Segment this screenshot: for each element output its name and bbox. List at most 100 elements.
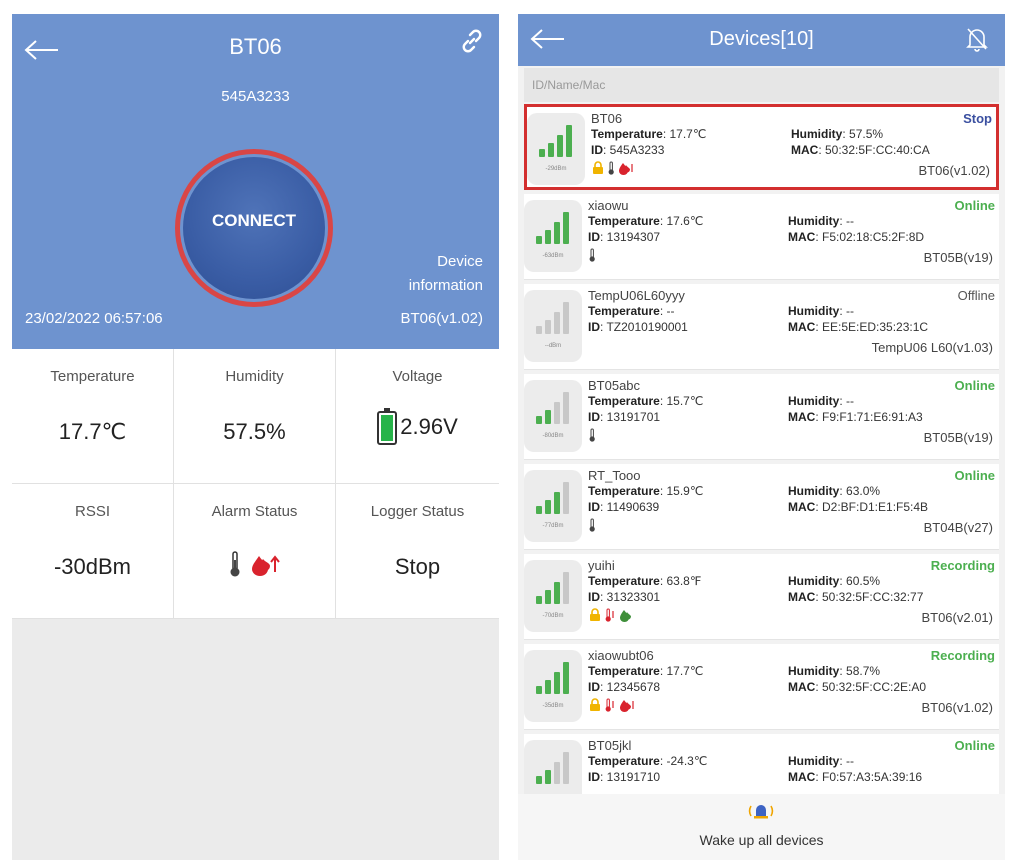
device-model: BT04B(v27) <box>923 520 993 535</box>
signal-icon <box>536 572 570 604</box>
device-id: ID: TZ2010190001 <box>588 320 688 334</box>
device-mac: MAC: F0:57:A3:5A:39:16 <box>788 770 923 784</box>
thermometer-icon <box>588 246 598 263</box>
cell-value: -30dBm <box>53 554 132 579</box>
signal-bar <box>566 125 572 157</box>
device-information-link[interactable]: Device information <box>363 250 483 298</box>
battery-icon <box>377 408 398 445</box>
humidity-label: Humidity <box>788 754 840 768</box>
cell-label: Temperature <box>50 368 135 385</box>
id-label: ID <box>588 590 600 604</box>
device-detail-screen: BT06 545A3233 CONNECT Device information… <box>12 14 499 860</box>
humidity-alarm-icon <box>617 159 637 176</box>
humidity-value: -- <box>846 754 855 768</box>
mac-value: F5:02:18:C5:2F:8D <box>822 230 925 244</box>
device-alarm-icons <box>588 516 598 532</box>
thermometer-alarm-icon <box>604 696 618 713</box>
signal-icon <box>536 392 570 424</box>
thermometer-icon <box>607 159 617 176</box>
device-status: Stop <box>963 111 992 126</box>
cell-label: Alarm Status <box>211 503 298 520</box>
humidity-label: Humidity <box>788 484 840 498</box>
wake-up-all-button[interactable]: Wake up all devices <box>518 794 1005 860</box>
device-name: RT_Tooo <box>588 468 641 483</box>
signal-bar <box>563 392 569 424</box>
device-name: BT05jkl <box>588 738 632 753</box>
temperature-label: Temperature <box>588 664 660 678</box>
device-mac: MAC: EE:5E:ED:35:23:1C <box>788 320 929 334</box>
lock-icon <box>591 159 607 176</box>
signal-icon <box>536 212 570 244</box>
device-model: BT06(v2.01) <box>921 610 993 625</box>
device-model: TempU06 L60(v1.03) <box>871 340 993 355</box>
humidity-value: -- <box>846 304 855 318</box>
device-row[interactable]: -70dBm yuihi Recording Temperature: 63.8℉ Hu… <box>524 554 999 640</box>
thermometer-icon <box>588 516 598 533</box>
temperature-value: -24.3℃ <box>666 754 708 768</box>
device-temperature: Temperature: 17.6℃ <box>588 214 704 228</box>
device-id: ID: 13191710 <box>588 770 661 784</box>
wake-up-all-label: Wake up all devices <box>699 832 824 848</box>
signal-strength: -29dBm <box>527 113 585 185</box>
temperature-label: Temperature <box>588 574 660 588</box>
device-name: yuihi <box>588 558 615 573</box>
id-value: TZ2010190001 <box>606 320 688 334</box>
humidity-ok-icon <box>618 606 638 623</box>
mac-label: MAC <box>788 770 816 784</box>
connect-button[interactable]: CONNECT <box>183 157 325 299</box>
device-model: BT05B(v19) <box>923 430 993 445</box>
device-temperature: Temperature: 63.8℉ <box>588 574 702 588</box>
cell-label: Logger Status <box>370 503 465 520</box>
device-row[interactable]: -35dBm xiaowubt06 Recording Temperature: 17… <box>524 644 999 730</box>
link-icon[interactable] <box>459 28 485 54</box>
signal-bar <box>554 222 560 244</box>
device-row[interactable]: -29dBm BT06 Stop Temperature: 17.7℃ Humidity… <box>524 104 999 190</box>
cell-value: 17.7℃ <box>58 419 127 444</box>
device-alarm-icons <box>588 696 638 712</box>
thermometer-alarm-icon <box>604 606 618 623</box>
device-alarm-icons <box>588 606 638 622</box>
signal-strength <box>524 740 582 794</box>
signal-bar <box>536 236 542 244</box>
alarm-icons <box>174 550 335 578</box>
device-list[interactable]: -29dBm BT06 Stop Temperature: 17.7℃ Humidity… <box>524 104 999 794</box>
device-mac: MAC: 50:32:5F:CC:40:CA <box>791 143 930 157</box>
signal-bar <box>536 596 542 604</box>
thermometer-icon <box>588 426 598 443</box>
humidity-label: Humidity <box>788 664 840 678</box>
device-mac: MAC: 50:32:5F:CC:2E:A0 <box>788 680 927 694</box>
humidity-label: Humidity <box>788 304 840 318</box>
device-name: xiaowubt06 <box>588 648 654 663</box>
device-row[interactable]: -80dBm BT05abc Online Temperature: 15.7℃ Hum… <box>524 374 999 460</box>
signal-bar <box>545 770 551 784</box>
signal-icon <box>536 752 570 784</box>
cell-label: Humidity <box>225 368 284 385</box>
id-label: ID <box>588 680 600 694</box>
device-temperature: Temperature: 17.7℃ <box>591 127 707 141</box>
temperature-value: 17.7℃ <box>666 664 704 678</box>
signal-bar <box>536 776 542 784</box>
signal-bar <box>545 500 551 514</box>
voltage-cell: Voltage 2.96V <box>336 349 499 484</box>
temperature-label: Temperature <box>588 394 660 408</box>
search-input[interactable]: ID/Name/Mac <box>524 68 999 102</box>
id-value: 13194307 <box>606 230 661 244</box>
humidity-label: Humidity <box>788 214 840 228</box>
detail-header: BT06 545A3233 CONNECT Device information… <box>12 14 499 349</box>
device-name: xiaowu <box>588 198 629 213</box>
device-alarm-icons <box>591 159 637 175</box>
device-row[interactable]: -77dBm RT_Tooo Online Temperature: 15.9℃ Hum… <box>524 464 999 550</box>
mac-label: MAC <box>788 500 816 514</box>
signal-bar <box>563 302 569 334</box>
device-row[interactable]: --dBm TempU06L60yyy Offline Temperature: --… <box>524 284 999 370</box>
signal-icon <box>536 302 570 334</box>
temperature-value: -- <box>666 304 675 318</box>
device-temperature: Temperature: 17.7℃ <box>588 664 704 678</box>
device-row[interactable]: BT05jkl Online Temperature: -24.3℃ Humidity… <box>524 734 999 794</box>
bell-off-icon[interactable] <box>965 26 989 52</box>
device-id: ID: 13194307 <box>588 230 661 244</box>
signal-bar <box>563 482 569 514</box>
rssi-value: -80dBm <box>542 433 564 439</box>
mac-value: 50:32:5F:CC:32:77 <box>822 590 924 604</box>
device-row[interactable]: -63dBm xiaowu Online Temperature: 17.6℃ Humi… <box>524 194 999 280</box>
